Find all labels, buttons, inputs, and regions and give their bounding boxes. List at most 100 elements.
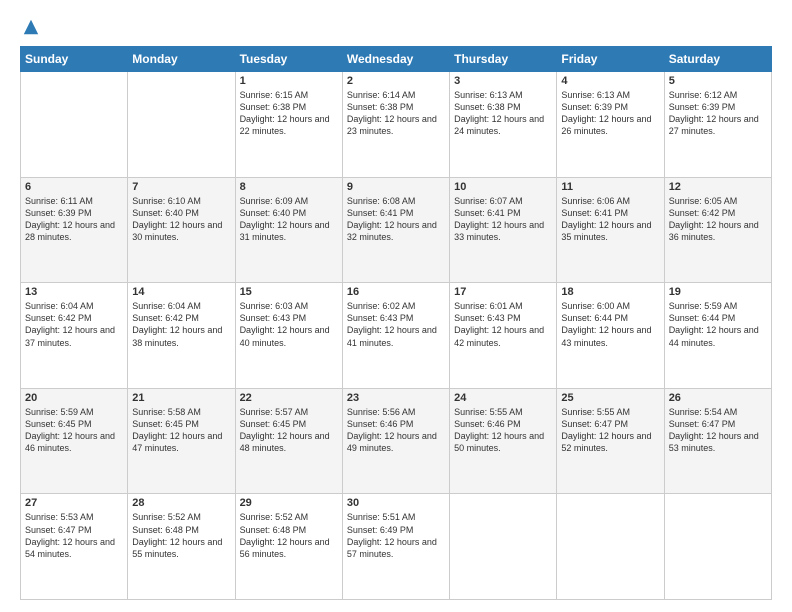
cell-info: Sunrise: 6:08 AMSunset: 6:41 PMDaylight:… [347,195,445,244]
day-number: 9 [347,181,445,193]
col-header-saturday: Saturday [664,47,771,72]
day-number: 10 [454,181,552,193]
cell-info: Sunrise: 6:12 AMSunset: 6:39 PMDaylight:… [669,89,767,138]
col-header-wednesday: Wednesday [342,47,449,72]
calendar-cell: 21 Sunrise: 5:58 AMSunset: 6:45 PMDayligh… [128,388,235,494]
day-number: 15 [240,286,338,298]
calendar-cell: 11Sunrise: 6:06 AMSunset: 6:41 PMDayligh… [557,177,664,283]
calendar-cell: 29 Sunrise: 5:52 AMSunset: 6:48 PMDayligh… [235,494,342,600]
cell-info: Sunrise: 5:59 AMSunset: 6:44 PMDaylight:… [669,300,767,349]
calendar-cell [557,494,664,600]
cell-info: Sunrise: 6:01 AMSunset: 6:43 PMDaylight:… [454,300,552,349]
calendar-week-row: 1 Sunrise: 6:15 AMSunset: 6:38 PMDaylight… [21,72,772,178]
day-number: 23 [347,392,445,404]
day-number: 3 [454,75,552,87]
day-number: 27 [25,497,123,509]
cell-info: Sunrise: 5:54 AMSunset: 6:47 PMDaylight:… [669,406,767,455]
calendar-cell: 19 Sunrise: 5:59 AMSunset: 6:44 PMDayligh… [664,283,771,389]
day-number: 18 [561,286,659,298]
day-number: 1 [240,75,338,87]
calendar-cell: 18Sunrise: 6:00 AMSunset: 6:44 PMDayligh… [557,283,664,389]
calendar-cell: 2 Sunrise: 6:14 AMSunset: 6:38 PMDaylight… [342,72,449,178]
calendar-cell: 10Sunrise: 6:07 AMSunset: 6:41 PMDayligh… [450,177,557,283]
cell-info: Sunrise: 6:04 AMSunset: 6:42 PMDaylight:… [25,300,123,349]
calendar-week-row: 20 Sunrise: 5:59 AMSunset: 6:45 PMDayligh… [21,388,772,494]
calendar-cell: 22 Sunrise: 5:57 AMSunset: 6:45 PMDayligh… [235,388,342,494]
calendar-cell [450,494,557,600]
day-number: 26 [669,392,767,404]
calendar-cell: 17 Sunrise: 6:01 AMSunset: 6:43 PMDayligh… [450,283,557,389]
col-header-thursday: Thursday [450,47,557,72]
cell-info: Sunrise: 6:13 AMSunset: 6:38 PMDaylight:… [454,89,552,138]
calendar-cell: 23 Sunrise: 5:56 AMSunset: 6:46 PMDayligh… [342,388,449,494]
calendar-cell: 5 Sunrise: 6:12 AMSunset: 6:39 PMDaylight… [664,72,771,178]
calendar-cell: 30Sunrise: 5:51 AMSunset: 6:49 PMDayligh… [342,494,449,600]
calendar-cell: 25 Sunrise: 5:55 AMSunset: 6:47 PMDayligh… [557,388,664,494]
cell-info: Sunrise: 6:05 AMSunset: 6:42 PMDaylight:… [669,195,767,244]
logo-icon [22,18,40,36]
col-header-tuesday: Tuesday [235,47,342,72]
col-header-sunday: Sunday [21,47,128,72]
day-number: 6 [25,181,123,193]
header [20,18,772,36]
calendar-cell: 9 Sunrise: 6:08 AMSunset: 6:41 PMDaylight… [342,177,449,283]
calendar-cell: 28Sunrise: 5:52 AMSunset: 6:48 PMDayligh… [128,494,235,600]
cell-info: Sunrise: 5:53 AMSunset: 6:47 PMDaylight:… [25,511,123,560]
calendar-cell: 13 Sunrise: 6:04 AMSunset: 6:42 PMDayligh… [21,283,128,389]
cell-info: Sunrise: 5:52 AMSunset: 6:48 PMDaylight:… [240,511,338,560]
day-number: 25 [561,392,659,404]
cell-info: Sunrise: 5:55 AMSunset: 6:47 PMDaylight:… [561,406,659,455]
cell-info: Sunrise: 6:02 AMSunset: 6:43 PMDaylight:… [347,300,445,349]
day-number: 22 [240,392,338,404]
cell-info: Sunrise: 5:55 AMSunset: 6:46 PMDaylight:… [454,406,552,455]
calendar-table: SundayMondayTuesdayWednesdayThursdayFrid… [20,46,772,600]
calendar-cell: 14Sunrise: 6:04 AMSunset: 6:42 PMDayligh… [128,283,235,389]
day-number: 19 [669,286,767,298]
calendar-cell: 27 Sunrise: 5:53 AMSunset: 6:47 PMDayligh… [21,494,128,600]
col-header-monday: Monday [128,47,235,72]
calendar-cell: 26 Sunrise: 5:54 AMSunset: 6:47 PMDayligh… [664,388,771,494]
day-number: 24 [454,392,552,404]
calendar-cell [664,494,771,600]
day-number: 13 [25,286,123,298]
calendar-week-row: 13 Sunrise: 6:04 AMSunset: 6:42 PMDayligh… [21,283,772,389]
day-number: 20 [25,392,123,404]
calendar-cell: 24 Sunrise: 5:55 AMSunset: 6:46 PMDayligh… [450,388,557,494]
day-number: 30 [347,497,445,509]
cell-info: Sunrise: 6:14 AMSunset: 6:38 PMDaylight:… [347,89,445,138]
page: SundayMondayTuesdayWednesdayThursdayFrid… [0,0,792,612]
calendar-cell: 8 Sunrise: 6:09 AMSunset: 6:40 PMDaylight… [235,177,342,283]
calendar-week-row: 27 Sunrise: 5:53 AMSunset: 6:47 PMDayligh… [21,494,772,600]
cell-info: Sunrise: 5:59 AMSunset: 6:45 PMDaylight:… [25,406,123,455]
calendar-week-row: 6 Sunrise: 6:11 AMSunset: 6:39 PMDaylight… [21,177,772,283]
calendar-cell: 7 Sunrise: 6:10 AMSunset: 6:40 PMDaylight… [128,177,235,283]
calendar-cell: 3 Sunrise: 6:13 AMSunset: 6:38 PMDaylight… [450,72,557,178]
day-number: 29 [240,497,338,509]
day-number: 5 [669,75,767,87]
cell-info: Sunrise: 5:56 AMSunset: 6:46 PMDaylight:… [347,406,445,455]
cell-info: Sunrise: 5:57 AMSunset: 6:45 PMDaylight:… [240,406,338,455]
col-header-friday: Friday [557,47,664,72]
day-number: 12 [669,181,767,193]
cell-info: Sunrise: 6:15 AMSunset: 6:38 PMDaylight:… [240,89,338,138]
cell-info: Sunrise: 6:10 AMSunset: 6:40 PMDaylight:… [132,195,230,244]
cell-info: Sunrise: 6:11 AMSunset: 6:39 PMDaylight:… [25,195,123,244]
calendar-cell [128,72,235,178]
day-number: 8 [240,181,338,193]
calendar-cell [21,72,128,178]
day-number: 7 [132,181,230,193]
day-number: 4 [561,75,659,87]
day-number: 21 [132,392,230,404]
calendar-cell: 20 Sunrise: 5:59 AMSunset: 6:45 PMDayligh… [21,388,128,494]
cell-info: Sunrise: 5:58 AMSunset: 6:45 PMDaylight:… [132,406,230,455]
calendar-cell: 15Sunrise: 6:03 AMSunset: 6:43 PMDayligh… [235,283,342,389]
day-number: 2 [347,75,445,87]
day-number: 28 [132,497,230,509]
calendar-cell: 6 Sunrise: 6:11 AMSunset: 6:39 PMDaylight… [21,177,128,283]
logo [20,18,40,36]
day-number: 14 [132,286,230,298]
cell-info: Sunrise: 6:09 AMSunset: 6:40 PMDaylight:… [240,195,338,244]
cell-info: Sunrise: 6:06 AMSunset: 6:41 PMDaylight:… [561,195,659,244]
calendar-cell: 16Sunrise: 6:02 AMSunset: 6:43 PMDayligh… [342,283,449,389]
day-number: 17 [454,286,552,298]
